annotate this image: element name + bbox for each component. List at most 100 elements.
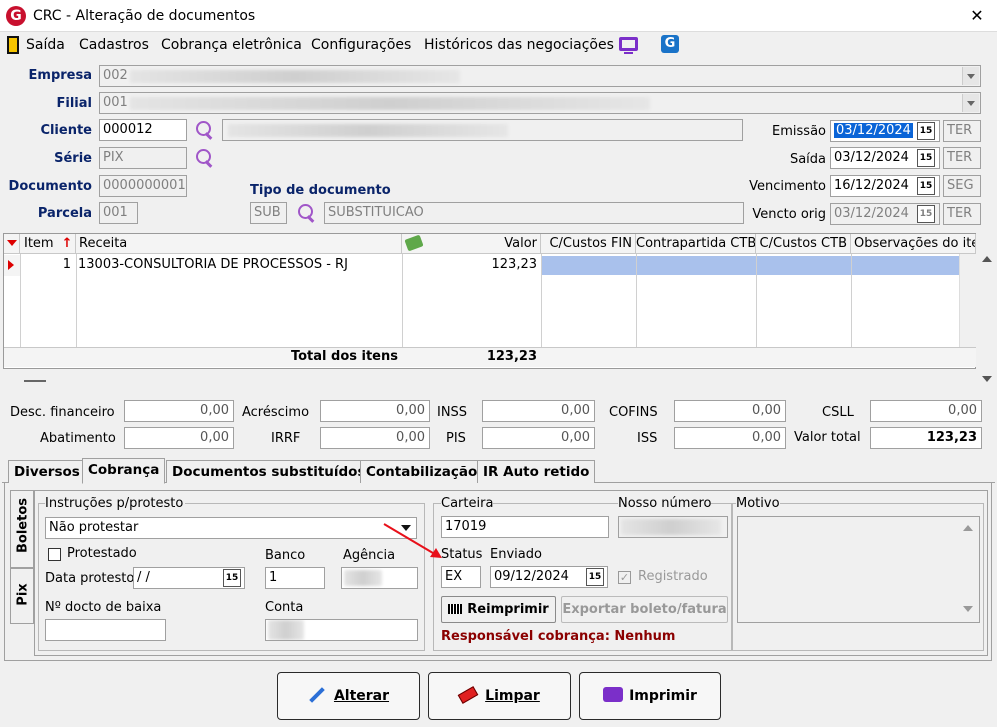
- csll-input[interactable]: 0,00: [870, 400, 982, 422]
- nosso-numero-input[interactable]: [618, 516, 728, 538]
- search-serie-icon[interactable]: [194, 148, 214, 168]
- tab-contabilizacao[interactable]: Contabilização: [360, 460, 484, 483]
- scroll-down-icon[interactable]: [963, 606, 973, 612]
- cofins-input[interactable]: 0,00: [674, 400, 786, 422]
- brand-icon[interactable]: G: [661, 35, 679, 53]
- calendar-icon[interactable]: 15: [223, 569, 241, 587]
- chevron-down-icon[interactable]: [962, 94, 979, 112]
- data-protesto-input[interactable]: / / 15: [133, 567, 245, 589]
- serie-input[interactable]: PIX: [99, 147, 187, 169]
- pis-input[interactable]: 0,00: [482, 427, 595, 449]
- agencia-redacted: [344, 570, 382, 586]
- saida-input[interactable]: 03/12/2024 15: [830, 147, 940, 169]
- tab-ir-auto-retido[interactable]: IR Auto retido: [477, 460, 596, 483]
- conta-input[interactable]: [265, 619, 418, 641]
- protestado-checkbox[interactable]: [48, 548, 61, 561]
- scroll-up-icon[interactable]: [963, 525, 973, 531]
- menu-historicos[interactable]: Históricos das negociações: [424, 37, 614, 53]
- baixa-label: Nº docto de baixa: [45, 600, 162, 615]
- search-cliente-icon[interactable]: [194, 120, 214, 140]
- app-logo-icon: G: [6, 6, 26, 26]
- cell-valor[interactable]: 123,23: [402, 255, 541, 276]
- serie-label: Série: [54, 151, 92, 166]
- grid-scrollbar[interactable]: [959, 254, 976, 347]
- col-contrapartida[interactable]: Contrapartida CTB: [636, 234, 756, 254]
- tipo-code-input[interactable]: SUB: [250, 202, 287, 224]
- col-cc-fin[interactable]: C/Custos FIN: [541, 234, 636, 254]
- irrf-input[interactable]: 0,00: [320, 427, 430, 449]
- imprimir-fatura-button[interactable]: Imprimir fatura: [579, 672, 721, 720]
- side-tab-boletos[interactable]: Boletos: [10, 490, 34, 568]
- desc-financeiro-label: Desc. financeiro: [10, 405, 115, 420]
- parcela-label: Parcela: [37, 206, 92, 221]
- tab-documentos-substituidos[interactable]: Documentos substituídos: [166, 460, 372, 483]
- table-row[interactable]: 1 13003-CONSULTORIA DE PROCESSOS - RJ 12…: [4, 255, 976, 276]
- cliente-name-redacted: [228, 124, 508, 137]
- instrucoes-value: Não protestar: [49, 520, 139, 535]
- instrucoes-select[interactable]: Não protestar: [45, 517, 417, 539]
- pencil-icon: [309, 687, 325, 703]
- desc-financeiro-input[interactable]: 0,00: [124, 400, 234, 422]
- filial-select[interactable]: 001: [99, 92, 981, 114]
- items-grid[interactable]: Item ↑ Receita Valor C/Custos FIN Contrap…: [3, 233, 976, 369]
- calendar-icon[interactable]: 15: [917, 149, 935, 167]
- menu-cobranca-eletronica[interactable]: Cobrança eletrônica: [161, 37, 302, 53]
- baixa-input[interactable]: [45, 619, 166, 641]
- monitor-icon[interactable]: [619, 37, 638, 51]
- side-tab-pix[interactable]: Pix: [10, 568, 34, 624]
- documento-input[interactable]: 0000000001: [99, 175, 187, 197]
- conta-redacted: [268, 620, 304, 640]
- col-obs[interactable]: Observações do item: [851, 234, 976, 254]
- acrescimo-input[interactable]: 0,00: [320, 400, 430, 422]
- selected-cells[interactable]: [541, 256, 976, 275]
- calendar-icon[interactable]: 15: [917, 177, 935, 195]
- chevron-down-icon[interactable]: [962, 67, 979, 85]
- col-item[interactable]: Item ↑: [20, 234, 76, 254]
- scroll-up-icon[interactable]: [982, 256, 992, 262]
- reimprimir-button[interactable]: Reimprimir: [441, 596, 556, 623]
- col-receita[interactable]: Receita: [76, 234, 402, 254]
- exit-door-icon[interactable]: [7, 36, 19, 54]
- vencto-orig-input[interactable]: 03/12/2024 15: [830, 203, 940, 225]
- irrf-label: IRRF: [271, 431, 301, 446]
- banco-input[interactable]: 1: [265, 567, 325, 589]
- iss-input[interactable]: 0,00: [674, 427, 786, 449]
- cliente-input[interactable]: 000012: [99, 119, 187, 141]
- registrado-checkbox[interactable]: ✓: [618, 571, 631, 584]
- close-icon[interactable]: ✕: [966, 6, 988, 26]
- alterar-button[interactable]: Alterar: [277, 672, 420, 720]
- menu-saida[interactable]: Saída: [26, 37, 65, 53]
- tab-cobranca[interactable]: Cobrança: [82, 458, 166, 484]
- calendar-icon[interactable]: 15: [917, 205, 935, 223]
- emissao-input[interactable]: 03/12/2024 15: [830, 120, 940, 142]
- calendar-icon[interactable]: 15: [917, 122, 935, 140]
- exportar-button[interactable]: Exportar boleto/fatura: [561, 596, 728, 623]
- nosso-numero-redacted: [621, 519, 721, 535]
- col-indicator[interactable]: [4, 234, 20, 254]
- agencia-input[interactable]: [341, 567, 418, 589]
- vencimento-input[interactable]: 16/12/2024 15: [830, 175, 940, 197]
- calendar-icon[interactable]: 15: [586, 568, 604, 586]
- menu-cadastros[interactable]: Cadastros: [79, 37, 149, 53]
- search-tipo-icon[interactable]: [296, 203, 316, 223]
- carteira-input[interactable]: 17019: [441, 516, 609, 538]
- empresa-select[interactable]: 002: [99, 65, 981, 87]
- abatimento-input[interactable]: 0,00: [124, 427, 234, 449]
- protestado-label: Protestado: [67, 546, 137, 561]
- enviado-input[interactable]: 09/12/2024 15: [490, 566, 608, 588]
- status-input[interactable]: EX: [441, 566, 481, 588]
- col-cc-ctb[interactable]: C/Custos CTB: [756, 234, 851, 254]
- motivo-textarea[interactable]: [737, 516, 980, 623]
- valor-total-input[interactable]: 123,23: [870, 427, 982, 449]
- cell-receita[interactable]: 13003-CONSULTORIA DE PROCESSOS - RJ: [78, 255, 402, 276]
- cell-item[interactable]: 1: [20, 255, 76, 276]
- parcela-input[interactable]: 001: [99, 202, 138, 224]
- limpar-button[interactable]: Limpar: [428, 672, 571, 720]
- tab-diversos[interactable]: Diversos: [8, 460, 86, 483]
- col-valor[interactable]: Valor: [402, 234, 541, 254]
- scroll-down-icon[interactable]: [982, 376, 992, 382]
- col-item-label: Item: [24, 236, 54, 251]
- inss-input[interactable]: 0,00: [482, 400, 595, 422]
- menu-configuracoes[interactable]: Configurações: [311, 37, 411, 53]
- splitter-handle[interactable]: [24, 380, 46, 382]
